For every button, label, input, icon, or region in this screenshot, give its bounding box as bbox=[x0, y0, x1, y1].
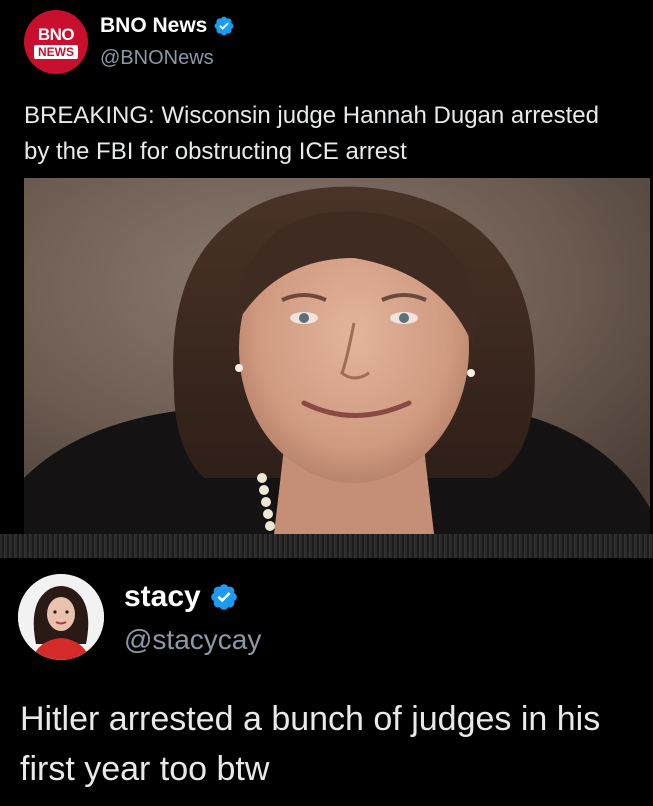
bno-news-avatar[interactable]: BNO NEWS bbox=[24, 10, 88, 74]
bno-logo-top-text: BNO bbox=[37, 24, 75, 44]
stacy-avatar[interactable] bbox=[18, 574, 104, 660]
verified-badge-icon bbox=[214, 16, 234, 36]
author-handle[interactable]: @BNONews bbox=[100, 47, 214, 70]
quoted-tweet[interactable]: BNO NEWS BNO News @BNONews BREAKING: Wis… bbox=[0, 0, 653, 558]
quote-tweet[interactable]: stacy @stacycay Hitler arrested a bunch … bbox=[0, 558, 653, 806]
tweet-text: Hitler arrested a bunch of judges in his… bbox=[20, 700, 601, 788]
tweet-photo[interactable] bbox=[24, 178, 650, 534]
author-name-row: BNO News bbox=[100, 14, 235, 38]
author-display-name[interactable]: BNO News bbox=[100, 14, 207, 38]
author-name-row: stacy bbox=[124, 580, 239, 614]
profile-photo-image bbox=[18, 574, 104, 660]
bno-logo-bottom-text: NEWS bbox=[34, 44, 78, 59]
verified-badge-icon bbox=[210, 584, 237, 610]
author-display-name[interactable]: stacy bbox=[124, 580, 201, 614]
author-handle[interactable]: @stacycay bbox=[124, 624, 261, 656]
image-divider bbox=[0, 534, 653, 558]
portrait-image bbox=[24, 178, 650, 534]
tweet-text: BREAKING: Wisconsin judge Hannah Dugan a… bbox=[24, 102, 599, 165]
